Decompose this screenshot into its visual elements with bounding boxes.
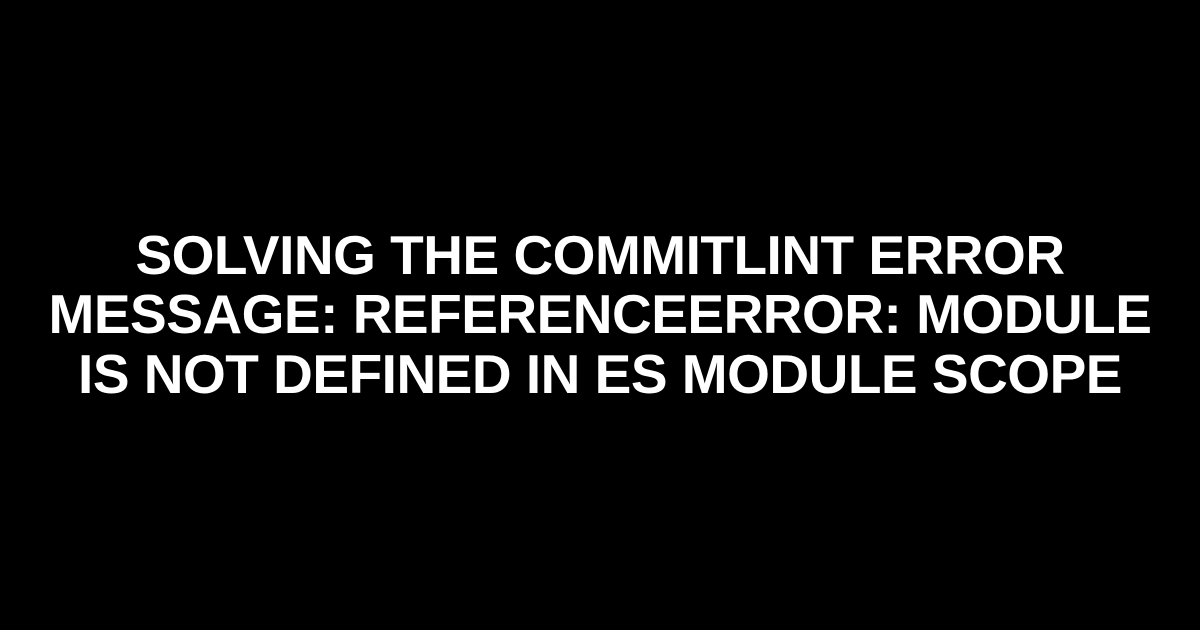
- title-container: SOLVING THE COMMITLINT ERROR MESSAGE: RE…: [0, 226, 1200, 404]
- page-title: SOLVING THE COMMITLINT ERROR MESSAGE: RE…: [40, 226, 1160, 404]
